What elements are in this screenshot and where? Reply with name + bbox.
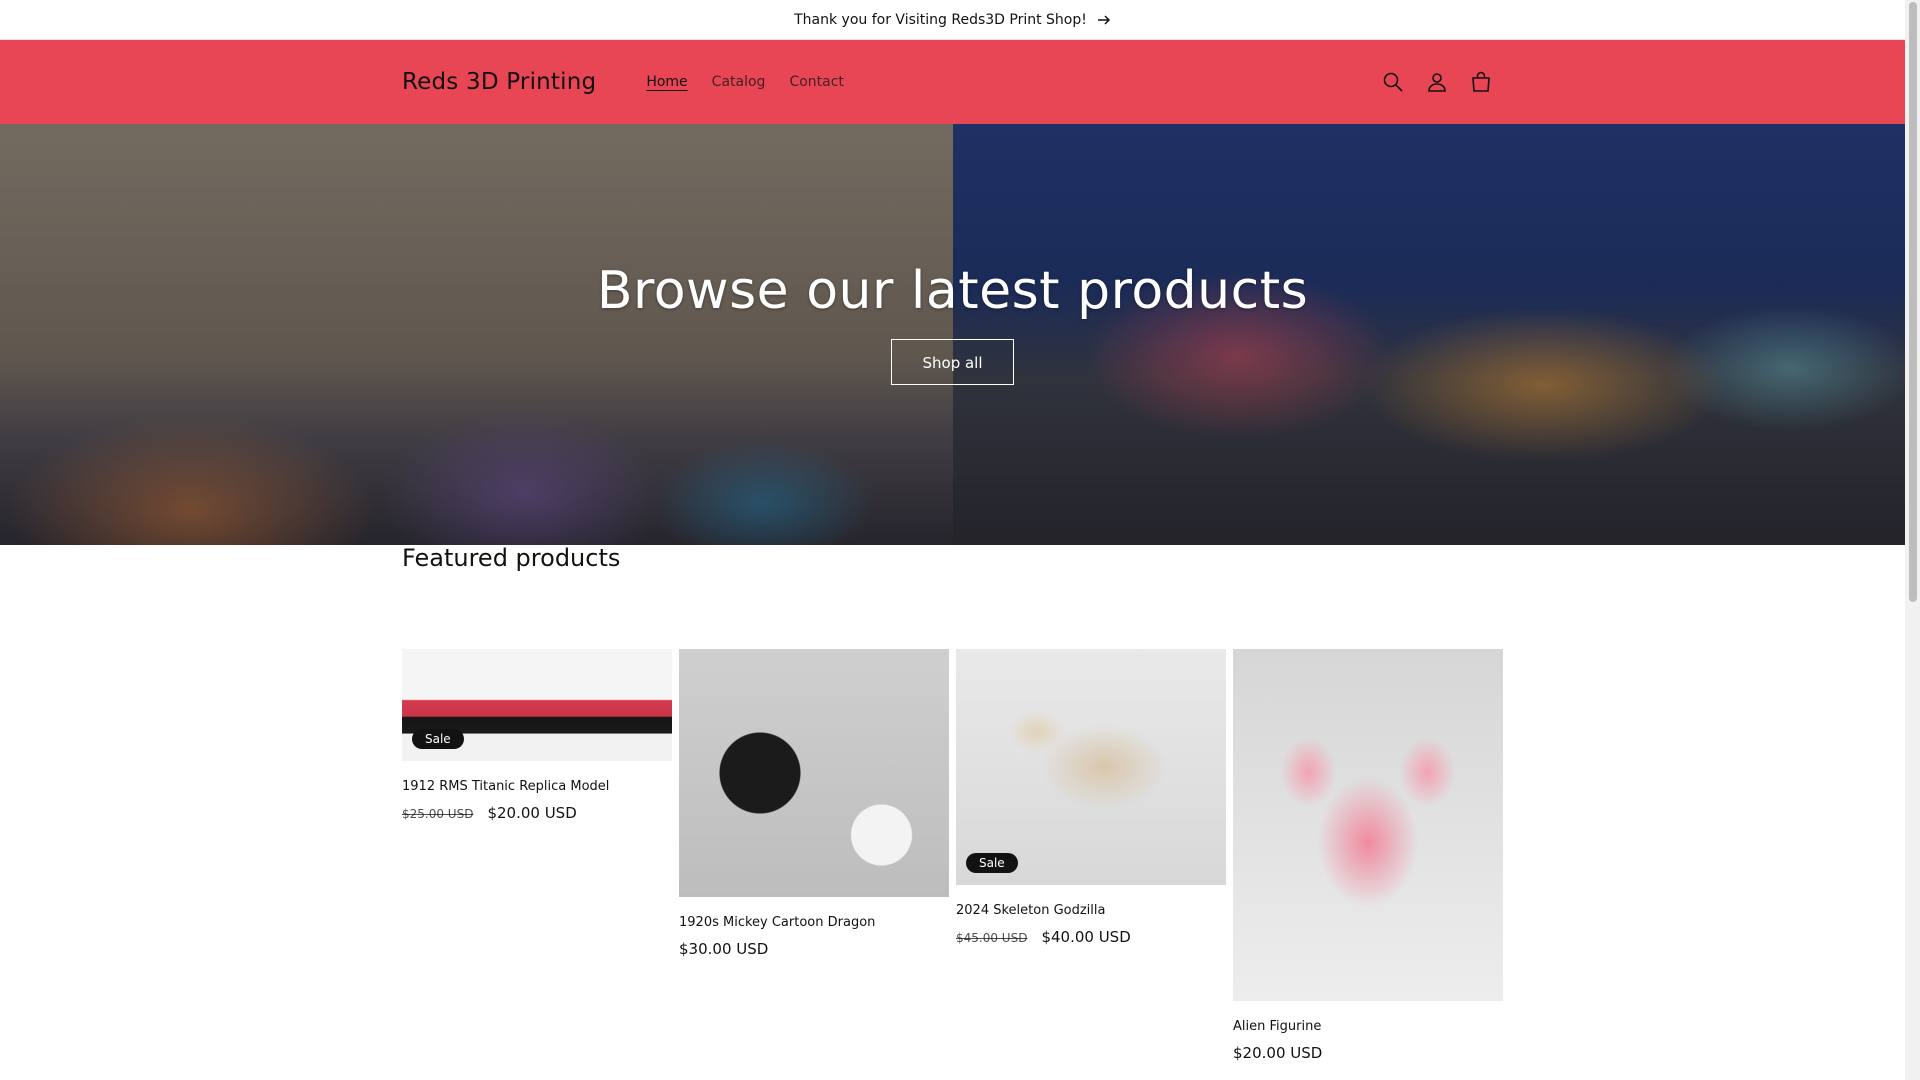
- product-price: $20.00 USD: [487, 804, 577, 822]
- page: Thank you for Visiting Reds3D Print Shop…: [0, 0, 1920, 1080]
- sale-badge: Sale: [966, 853, 1018, 873]
- cart-icon[interactable]: [1459, 60, 1503, 104]
- product-price: $30.00 USD: [679, 940, 769, 958]
- account-icon[interactable]: [1415, 60, 1459, 104]
- product-price: $40.00 USD: [1041, 928, 1131, 946]
- header-icons: [1371, 60, 1503, 104]
- hero-banner: Browse our latest products Shop all: [0, 124, 1905, 545]
- announcement-text: Thank you for Visiting Reds3D Print Shop…: [794, 11, 1087, 28]
- product-title[interactable]: 1912 RMS Titanic Replica Model: [402, 779, 672, 794]
- product-title[interactable]: 2024 Skeleton Godzilla: [956, 903, 1226, 918]
- product-image[interactable]: Sale: [956, 649, 1226, 885]
- nav-item-catalog[interactable]: Catalog: [700, 74, 778, 90]
- product-image[interactable]: [679, 649, 949, 897]
- product-image[interactable]: [1233, 649, 1503, 1001]
- site-header: Reds 3D Printing Home Catalog Contact: [0, 40, 1905, 124]
- product-card[interactable]: 1920s Mickey Cartoon Dragon $30.00 USD: [679, 649, 949, 958]
- featured-heading: Featured products: [402, 544, 621, 572]
- announcement-bar[interactable]: Thank you for Visiting Reds3D Print Shop…: [0, 0, 1905, 40]
- product-card[interactable]: Alien Figurine $20.00 USD: [1233, 649, 1503, 1062]
- site-logo[interactable]: Reds 3D Printing: [402, 69, 596, 95]
- hero-heading: Browse our latest products: [596, 260, 1309, 321]
- compare-at-price: $25.00 USD: [402, 807, 474, 821]
- product-title[interactable]: 1920s Mickey Cartoon Dragon: [679, 915, 949, 930]
- arrow-right-icon: [1097, 13, 1111, 27]
- product-price-row: $25.00 USD $20.00 USD: [402, 804, 672, 822]
- product-card[interactable]: Sale 2024 Skeleton Godzilla $45.00 USD $40.…: [956, 649, 1226, 946]
- product-price-row: $30.00 USD: [679, 940, 949, 958]
- product-price-row: $20.00 USD: [1233, 1044, 1503, 1062]
- search-icon[interactable]: [1371, 60, 1415, 104]
- product-card[interactable]: Sale 1912 RMS Titanic Replica Model $25.00…: [402, 649, 672, 822]
- compare-at-price: $45.00 USD: [956, 931, 1028, 945]
- featured-products-section: Featured products Sale 1912 RMS Titanic R…: [402, 544, 1503, 1062]
- shop-all-button[interactable]: Shop all: [891, 338, 1014, 385]
- sale-badge: Sale: [412, 729, 464, 749]
- product-price: $20.00 USD: [1233, 1044, 1323, 1062]
- main-nav: Home Catalog Contact: [634, 74, 856, 90]
- product-image[interactable]: Sale: [402, 649, 672, 761]
- product-title[interactable]: Alien Figurine: [1233, 1019, 1503, 1034]
- nav-item-home[interactable]: Home: [634, 74, 699, 90]
- product-price-row: $45.00 USD $40.00 USD: [956, 928, 1226, 946]
- nav-item-contact[interactable]: Contact: [777, 74, 855, 90]
